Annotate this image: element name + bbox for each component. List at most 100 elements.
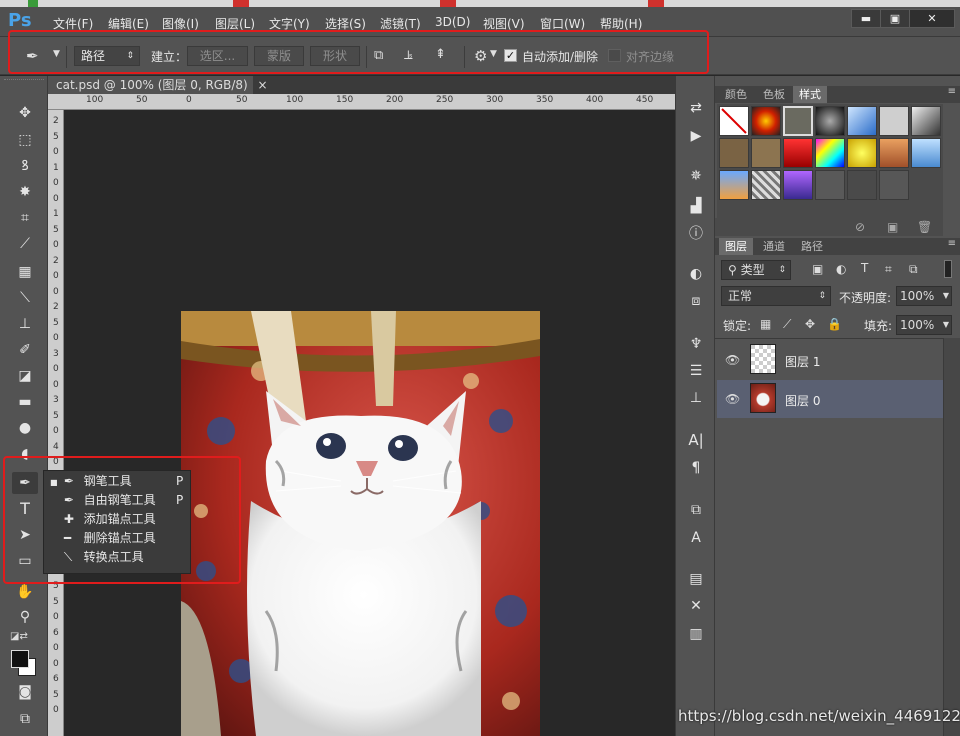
character-styles-icon[interactable]: ⧉ [686, 500, 706, 520]
flyout-item-convert-point[interactable]: ⟍ 转换点工具 [50, 548, 188, 567]
style-swatch[interactable] [783, 170, 813, 200]
paragraph-styles-icon[interactable]: A [686, 528, 706, 548]
delete-style-icon[interactable]: 🗑 [917, 220, 932, 234]
clear-style-icon[interactable]: ⊘ [855, 220, 865, 234]
new-style-icon[interactable]: ▣ [887, 220, 898, 234]
layer-row-selected[interactable]: 👁 图层 0 [717, 380, 943, 418]
marquee-tool-icon[interactable]: ⬚ [12, 129, 38, 151]
brush-tool-icon[interactable]: ⟍ [12, 287, 38, 309]
style-swatch[interactable] [879, 138, 909, 168]
panel-menu-icon[interactable]: ≡ [948, 238, 956, 249]
tab-channels[interactable]: 通道 [757, 238, 791, 255]
filter-shape-icon[interactable]: ⌗ [885, 262, 892, 277]
tab-paths[interactable]: 路径 [795, 238, 829, 255]
fill-field[interactable]: 100% ▼ [896, 315, 952, 335]
eraser-tool-icon[interactable]: ◪ [12, 365, 38, 387]
style-swatch[interactable] [879, 170, 909, 200]
ruler-v-digit: 0 [53, 364, 59, 374]
panel-menu-icon[interactable]: ≡ [948, 86, 956, 97]
blur-tool-icon[interactable]: ● [12, 417, 38, 439]
tab-swatches[interactable]: 色板 [757, 86, 791, 103]
layer-filter-select[interactable]: ⚲ 类型 ⇕ [721, 260, 791, 280]
history-icon[interactable]: ⇄ [686, 98, 706, 118]
notes-icon[interactable]: ▤ [686, 569, 706, 589]
flyout-item-delete-anchor[interactable]: ━ 删除锚点工具 [50, 529, 188, 548]
default-colors-icon[interactable]: ◪⇄ [10, 631, 28, 642]
blend-mode-value: 正常 [728, 289, 753, 303]
style-swatch[interactable] [815, 170, 845, 200]
filter-type-icon[interactable]: T [861, 261, 868, 275]
document-tab[interactable]: cat.psd @ 100% (图层 0, RGB/8) × [48, 76, 268, 94]
paragraph-icon[interactable]: ¶ [686, 458, 706, 478]
flyout-item-freeform-pen[interactable]: ✒ 自由钢笔工具 P [50, 491, 188, 510]
filter-pixel-icon[interactable]: ▣ [812, 262, 823, 276]
move-tool-icon[interactable]: ✥ [12, 102, 38, 124]
crop-tool-icon[interactable]: ⌗ [12, 207, 38, 229]
filter-adjustment-icon[interactable]: ◐ [836, 262, 846, 276]
flyout-item-pen[interactable]: ■ ✒ 钢笔工具 P [50, 472, 188, 491]
style-swatch[interactable] [879, 106, 909, 136]
ruler-h-label: 400 [586, 95, 604, 105]
filter-smart-object-icon[interactable]: ⧉ [909, 262, 918, 277]
tab-layers[interactable]: 图层 [719, 238, 753, 255]
style-swatch-none[interactable] [719, 106, 749, 136]
tab-color[interactable]: 颜色 [719, 86, 753, 103]
style-swatch[interactable] [815, 106, 845, 136]
lock-pixels-icon[interactable]: ⟋ [783, 317, 791, 332]
lasso-tool-icon[interactable]: ꝸ [12, 155, 38, 177]
magic-wand-tool-icon[interactable]: ✸ [12, 181, 38, 203]
style-swatch[interactable] [719, 170, 749, 200]
style-swatch[interactable] [847, 106, 877, 136]
style-swatch[interactable] [719, 138, 749, 168]
maximize-button[interactable]: ▣ [880, 9, 910, 28]
foreground-color-swatch[interactable] [11, 650, 29, 668]
navigator-icon[interactable]: ✵ [686, 166, 706, 186]
minimize-button[interactable]: ▬ [851, 9, 881, 28]
layers-scrollbar[interactable] [943, 338, 960, 736]
opacity-field[interactable]: 100% ▼ [896, 286, 952, 306]
style-swatch[interactable] [911, 138, 941, 168]
blend-mode-select[interactable]: 正常 ⇕ [721, 286, 831, 306]
style-swatch[interactable] [783, 106, 813, 136]
style-swatch[interactable] [911, 106, 941, 136]
styles-icon[interactable]: ⧈ [686, 291, 706, 311]
tab-styles[interactable]: 样式 [793, 86, 827, 103]
gradient-tool-icon[interactable]: ▬ [12, 391, 38, 413]
style-swatch[interactable] [815, 138, 845, 168]
filter-toggle[interactable] [944, 260, 952, 278]
eyedropper-tool-icon[interactable]: ⟋ [12, 233, 38, 255]
lock-transparency-icon[interactable]: ▦ [760, 317, 771, 331]
eye-icon[interactable]: 👁 [725, 392, 740, 406]
layer-row[interactable]: 👁 图层 1 [717, 341, 943, 379]
screen-mode-icon[interactable]: ⧉ [12, 708, 38, 730]
close-button[interactable]: ✕ [909, 9, 955, 28]
style-swatch[interactable] [783, 138, 813, 168]
brush-presets-icon[interactable]: ♆ [686, 334, 706, 354]
lock-all-icon[interactable]: 🔒 [827, 317, 842, 331]
brush-panel-icon[interactable]: ☰ [686, 361, 706, 381]
lock-position-icon[interactable]: ✥ [805, 317, 815, 331]
healing-brush-tool-icon[interactable]: ▦ [12, 261, 38, 283]
actions-play-icon[interactable]: ▶ [686, 126, 706, 146]
style-swatch[interactable] [751, 138, 781, 168]
tool-presets-icon[interactable]: ✕ [686, 596, 706, 616]
eye-icon[interactable]: 👁 [725, 353, 740, 367]
flyout-item-add-anchor[interactable]: ✚ 添加锚点工具 [50, 510, 188, 529]
history-brush-tool-icon[interactable]: ✐ [12, 339, 38, 361]
style-swatch[interactable] [847, 170, 877, 200]
hand-tool-icon[interactable]: ✋ [12, 581, 38, 603]
clone-source-icon[interactable]: ⊥ [686, 388, 706, 408]
quick-mask-icon[interactable]: ◙ [12, 681, 38, 703]
clone-stamp-tool-icon[interactable]: ⊥ [12, 313, 38, 335]
character-icon[interactable]: A| [686, 430, 706, 450]
style-swatch[interactable] [751, 170, 781, 200]
menu-3d[interactable]: 3D(D) [435, 15, 470, 29]
layer-comps-icon[interactable]: ▥ [686, 624, 706, 644]
close-tab-icon[interactable]: × [258, 78, 268, 92]
zoom-tool-icon[interactable]: ⚲ [12, 606, 38, 628]
style-swatch[interactable] [847, 138, 877, 168]
style-swatch[interactable] [751, 106, 781, 136]
info-icon[interactable]: ⓘ [686, 224, 706, 244]
adjustments-icon[interactable]: ◐ [686, 264, 706, 284]
histogram-icon[interactable]: ▟ [686, 196, 706, 216]
